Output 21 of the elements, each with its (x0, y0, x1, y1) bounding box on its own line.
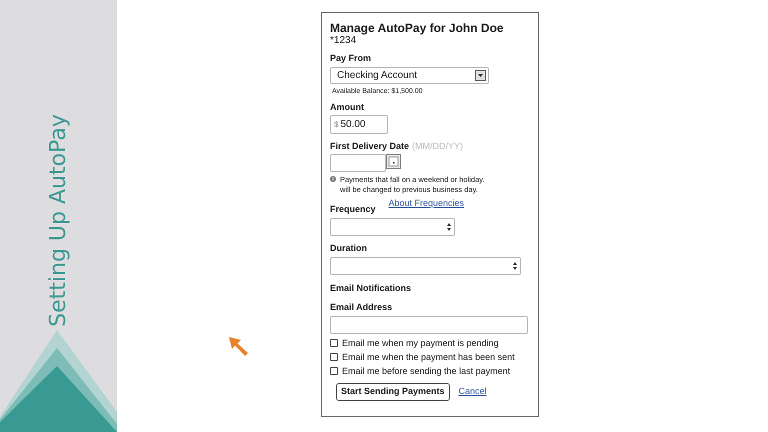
start-payments-button[interactable]: Start Sending Payments (336, 383, 450, 401)
checkbox-label: Email me before sending the last payment (342, 365, 510, 377)
slide-title: Setting Up AutoPay (44, 114, 72, 326)
checkbox-label: Email me when the payment has been sent (342, 351, 515, 363)
checkbox-label: Email me when my payment is pending (342, 337, 499, 349)
field-label: Pay From (330, 52, 372, 64)
field-label: Duration (330, 242, 368, 254)
section-heading: Email Notifications (330, 282, 412, 294)
about-frequencies-link[interactable]: About Frequencies (388, 197, 464, 209)
currency-symbol: $ (334, 118, 338, 130)
field-label: Amount (330, 101, 365, 113)
field-label: Email Address (330, 301, 394, 313)
account-select[interactable]: Checking Account (330, 67, 489, 84)
field-label: First Delivery Date (330, 140, 410, 152)
cancel-link[interactable]: Cancel (458, 385, 487, 399)
date-format-hint: (MM/DD/YY) (412, 140, 464, 152)
amount-field[interactable]: $ 50.00 (330, 115, 388, 134)
field-label: Frequency (330, 203, 376, 215)
account-number: *1234 (330, 35, 358, 47)
amount-value: 50.00 (340, 118, 366, 132)
form-title: Manage AutoPay for John Doe (330, 21, 505, 35)
